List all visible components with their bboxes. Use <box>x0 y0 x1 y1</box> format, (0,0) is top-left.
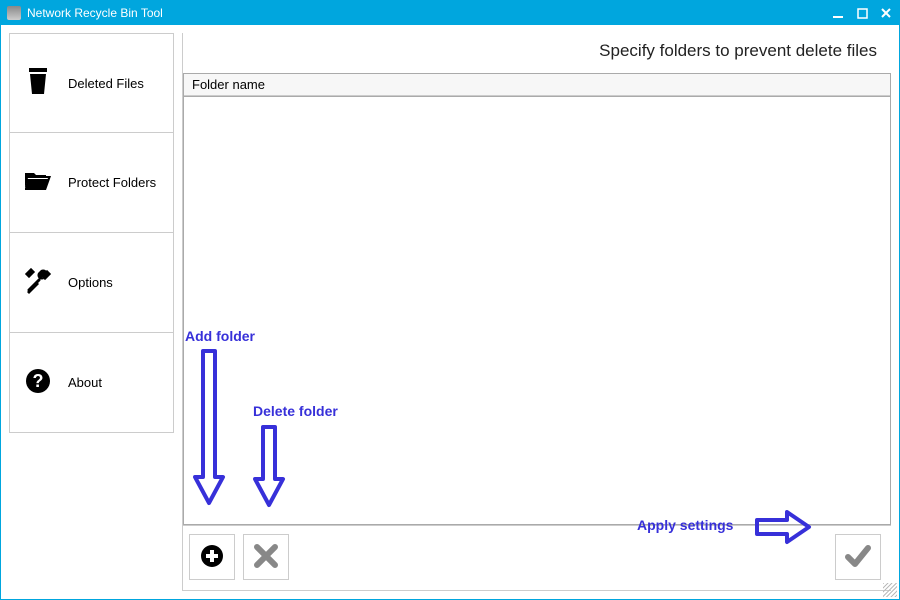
column-header-folder-name[interactable]: Folder name <box>184 74 890 96</box>
tools-icon <box>24 268 52 297</box>
sidebar-item-label: About <box>68 375 102 390</box>
window-title: Network Recycle Bin Tool <box>27 6 163 20</box>
titlebar[interactable]: Network Recycle Bin Tool <box>1 1 899 25</box>
sidebar-item-label: Options <box>68 275 113 290</box>
delete-x-icon <box>253 543 279 572</box>
plus-circle-icon <box>199 543 225 572</box>
delete-folder-button[interactable] <box>243 534 289 580</box>
panel-title: Specify folders to prevent delete files <box>183 33 891 73</box>
folder-open-icon <box>24 170 52 195</box>
svg-text:?: ? <box>33 371 44 391</box>
sidebar-item-label: Protect Folders <box>68 175 156 190</box>
sidebar-item-about[interactable]: ? About <box>9 333 174 433</box>
maximize-icon[interactable] <box>855 6 869 20</box>
close-icon[interactable] <box>879 6 893 20</box>
check-icon <box>844 542 872 573</box>
folder-table: Folder name <box>183 73 891 97</box>
sidebar-item-options[interactable]: Options <box>9 233 174 333</box>
resize-grip[interactable] <box>883 583 897 597</box>
main-window: Network Recycle Bin Tool <box>0 0 900 600</box>
main-panel: Specify folders to prevent delete files … <box>182 33 891 591</box>
app-icon <box>7 6 21 20</box>
trash-icon <box>24 68 52 99</box>
minimize-icon[interactable] <box>831 6 845 20</box>
folder-list[interactable] <box>183 97 891 525</box>
sidebar-item-label: Deleted Files <box>68 76 144 91</box>
apply-button[interactable] <box>835 534 881 580</box>
toolbar <box>183 525 891 590</box>
add-folder-button[interactable] <box>189 534 235 580</box>
help-icon: ? <box>24 368 52 397</box>
sidebar: Deleted Files Protect Folders <box>9 33 174 591</box>
window-controls <box>831 6 893 20</box>
sidebar-item-deleted-files[interactable]: Deleted Files <box>9 33 174 133</box>
content-area: Deleted Files Protect Folders <box>1 25 899 599</box>
sidebar-item-protect-folders[interactable]: Protect Folders <box>9 133 174 233</box>
